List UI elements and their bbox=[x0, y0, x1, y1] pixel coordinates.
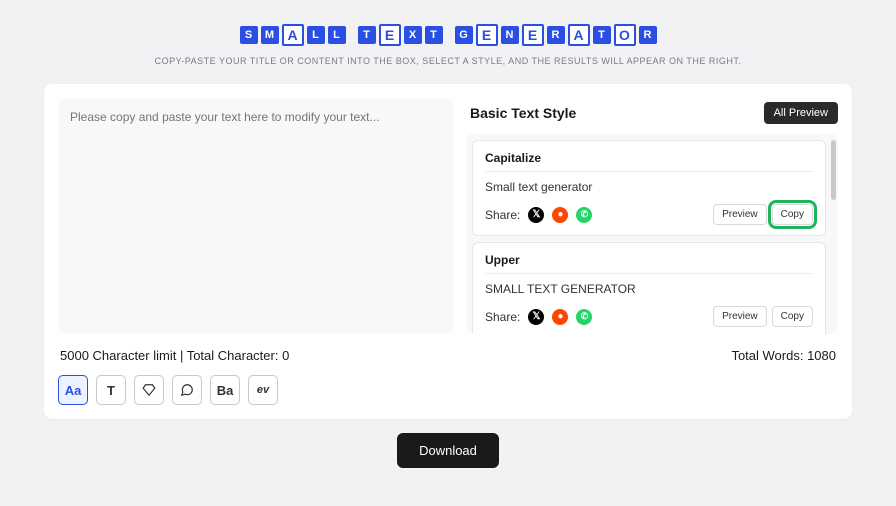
char-limit-text: 5000 Character limit | Total Character: … bbox=[60, 348, 289, 363]
copy-button[interactable]: Copy bbox=[772, 306, 813, 327]
tagline: COPY-PASTE YOUR TITLE OR CONTENT INTO TH… bbox=[0, 56, 896, 66]
style-card-capitalize: Capitalize Small text generator Share: 𝕏… bbox=[472, 140, 826, 236]
all-preview-button[interactable]: All Preview bbox=[764, 102, 838, 124]
whatsapp-icon[interactable]: ✆ bbox=[576, 309, 592, 325]
style-name: Upper bbox=[485, 253, 813, 274]
tool-bold[interactable]: Ba bbox=[210, 375, 240, 405]
preview-button[interactable]: Preview bbox=[713, 204, 767, 225]
text-input[interactable] bbox=[58, 98, 454, 334]
reddit-icon[interactable]: ● bbox=[552, 207, 568, 223]
style-card-upper: Upper SMALL TEXT GENERATOR Share: 𝕏 ● ✆ … bbox=[472, 242, 826, 334]
tool-chat-icon[interactable] bbox=[172, 375, 202, 405]
tool-effect[interactable]: ev bbox=[248, 375, 278, 405]
scrollbar[interactable] bbox=[831, 140, 836, 200]
style-result: Small text generator bbox=[485, 180, 813, 194]
preview-button[interactable]: Preview bbox=[713, 306, 767, 327]
whatsapp-icon[interactable]: ✆ bbox=[576, 207, 592, 223]
word-count-text: Total Words: 1080 bbox=[731, 348, 836, 363]
share-label: Share: bbox=[485, 208, 520, 222]
x-icon[interactable]: 𝕏 bbox=[528, 309, 544, 325]
copy-button[interactable]: Copy bbox=[772, 204, 813, 225]
tool-diamond-icon[interactable] bbox=[134, 375, 164, 405]
main-panel: Basic Text Style All Preview Capitalize … bbox=[44, 84, 852, 419]
app-logo: SMALL TEXT GENERATOR bbox=[240, 24, 657, 46]
reddit-icon[interactable]: ● bbox=[552, 309, 568, 325]
styles-list: Capitalize Small text generator Share: 𝕏… bbox=[466, 134, 838, 334]
tool-basic[interactable]: Aa bbox=[58, 375, 88, 405]
style-result: SMALL TEXT GENERATOR bbox=[485, 282, 813, 296]
download-button[interactable]: Download bbox=[397, 433, 499, 468]
output-title: Basic Text Style bbox=[470, 105, 576, 121]
x-icon[interactable]: 𝕏 bbox=[528, 207, 544, 223]
tool-font[interactable]: T bbox=[96, 375, 126, 405]
style-toolbar: Aa T Ba ev bbox=[58, 375, 838, 405]
style-name: Capitalize bbox=[485, 151, 813, 172]
share-label: Share: bbox=[485, 310, 520, 324]
